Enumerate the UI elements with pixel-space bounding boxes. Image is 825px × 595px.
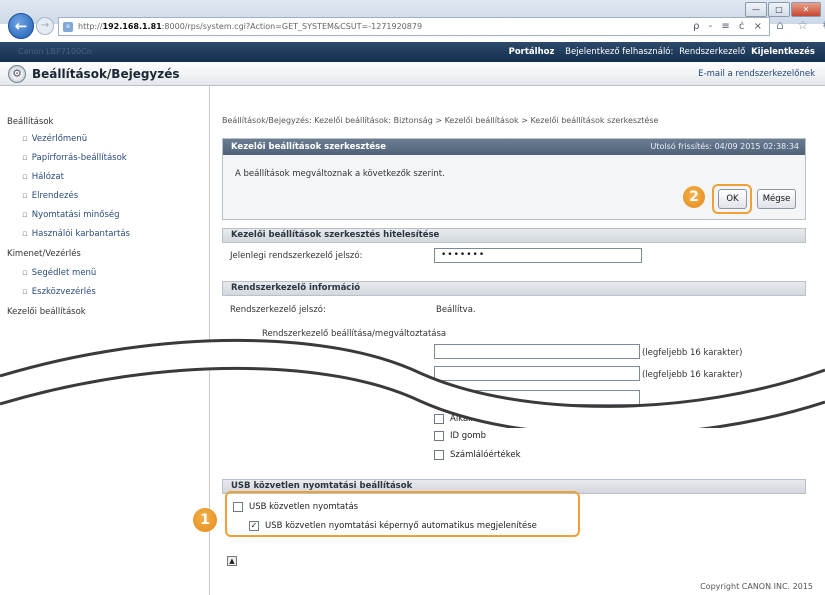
sidebar-item-help-menu[interactable]: Segédlet menü <box>22 268 97 278</box>
address-bar-tools[interactable]: ρ - ≡ ċ × <box>693 21 765 32</box>
current-password-label: Jelenlegi rendszerkezelő jelszó: <box>230 251 363 261</box>
logged-in-user: Rendszerkezelő <box>679 47 746 57</box>
copyright-footer: Copyright CANON INC. 2015 <box>700 582 813 591</box>
sidebar-item-network[interactable]: Hálózat <box>22 172 64 182</box>
sidebar-item-maintenance[interactable]: Használói karbantartás <box>22 229 130 239</box>
mail-admin-link[interactable]: E-mail a rendszerkezelőnek <box>698 69 815 79</box>
admin-info-section-title: Rendszerkezelő információ <box>222 281 806 296</box>
top-band: Canon LBP7100Cn Portálhoz Bejelentkező f… <box>0 42 825 62</box>
page-title: Beállítások/Bejegyzés <box>32 67 180 81</box>
sidebar-category-settings[interactable]: Beállítások <box>7 117 53 127</box>
sidebar-category-admin-settings[interactable]: Kezelői beállítások <box>7 307 86 317</box>
page-header: ⚙ Beállítások/Bejegyzés E-mail a rendsze… <box>0 62 825 86</box>
scroll-to-top-icon[interactable]: ▲ <box>227 556 237 566</box>
counter-checkbox[interactable] <box>434 450 444 460</box>
last-updated: Utolsó frissítés: 04/09 2015 02:38:34 <box>650 142 800 151</box>
counter-label: Számlálóértékek <box>450 450 521 460</box>
edit-panel-header: Kezelői beállítások szerkesztése Utolsó … <box>223 139 805 155</box>
admin-password-status: Beállítva. <box>436 305 476 315</box>
step-marker-1: 1 <box>193 508 217 532</box>
logged-in-label: Bejelentkező felhasználó: <box>565 47 674 57</box>
browser-navbar: ← → e http://192.168.1.81:8000/rps/syste… <box>0 10 825 42</box>
sidebar-item-layout[interactable]: Elrendezés <box>22 191 78 201</box>
breadcrumb: Beállítások/Bejegyzés: Kezelői beállítás… <box>222 116 659 125</box>
sidebar-item-print-quality[interactable]: Nyomtatási minőség <box>22 210 120 220</box>
device-name: Canon LBP7100Cn <box>18 47 92 56</box>
forward-arrow-icon[interactable]: → <box>36 17 54 35</box>
address-bar[interactable]: e http://192.168.1.81:8000/rps/system.cg… <box>58 17 770 36</box>
id-button-checkbox[interactable] <box>434 431 444 441</box>
id-button-label: ID gomb <box>450 431 487 441</box>
browser-toolbar-icons[interactable]: ⌂ ☆ ⚙ <box>776 18 825 32</box>
sidebar-category-output[interactable]: Kimenet/Vezérlés <box>7 249 81 259</box>
admin-password-label: Rendszerkezelő jelszó: <box>230 305 326 315</box>
settings-gear-icon: ⚙ <box>8 65 26 83</box>
back-arrow-icon[interactable]: ← <box>8 13 34 39</box>
sidebar-item-control-menu[interactable]: Vezérlőmenü <box>22 134 87 144</box>
portal-link[interactable]: Portálhoz <box>509 47 555 57</box>
sidebar-item-paper-source[interactable]: Papírforrás-beállítások <box>22 153 127 163</box>
cancel-button[interactable]: Mégse <box>757 189 796 209</box>
auth-section-title: Kezelői beállítások szerkesztés hitelesí… <box>222 228 806 243</box>
logout-link[interactable]: Kijelentkezés <box>751 47 815 57</box>
current-password-field[interactable]: ••••••• <box>434 248 642 263</box>
url-text: http://192.168.1.81:8000/rps/system.cgi?… <box>78 22 423 31</box>
change-message: A beállítások megváltoznak a következők … <box>235 169 445 179</box>
edit-panel-title: Kezelői beállítások szerkesztése <box>231 142 386 152</box>
page-break-wave <box>0 338 825 428</box>
favicon-icon: e <box>63 22 73 32</box>
usb-highlight-frame <box>225 491 580 537</box>
sidebar-item-device-control[interactable]: Eszközvezérlés <box>22 287 96 297</box>
ok-highlight-frame <box>712 184 752 214</box>
step-marker-2: 2 <box>683 186 705 208</box>
